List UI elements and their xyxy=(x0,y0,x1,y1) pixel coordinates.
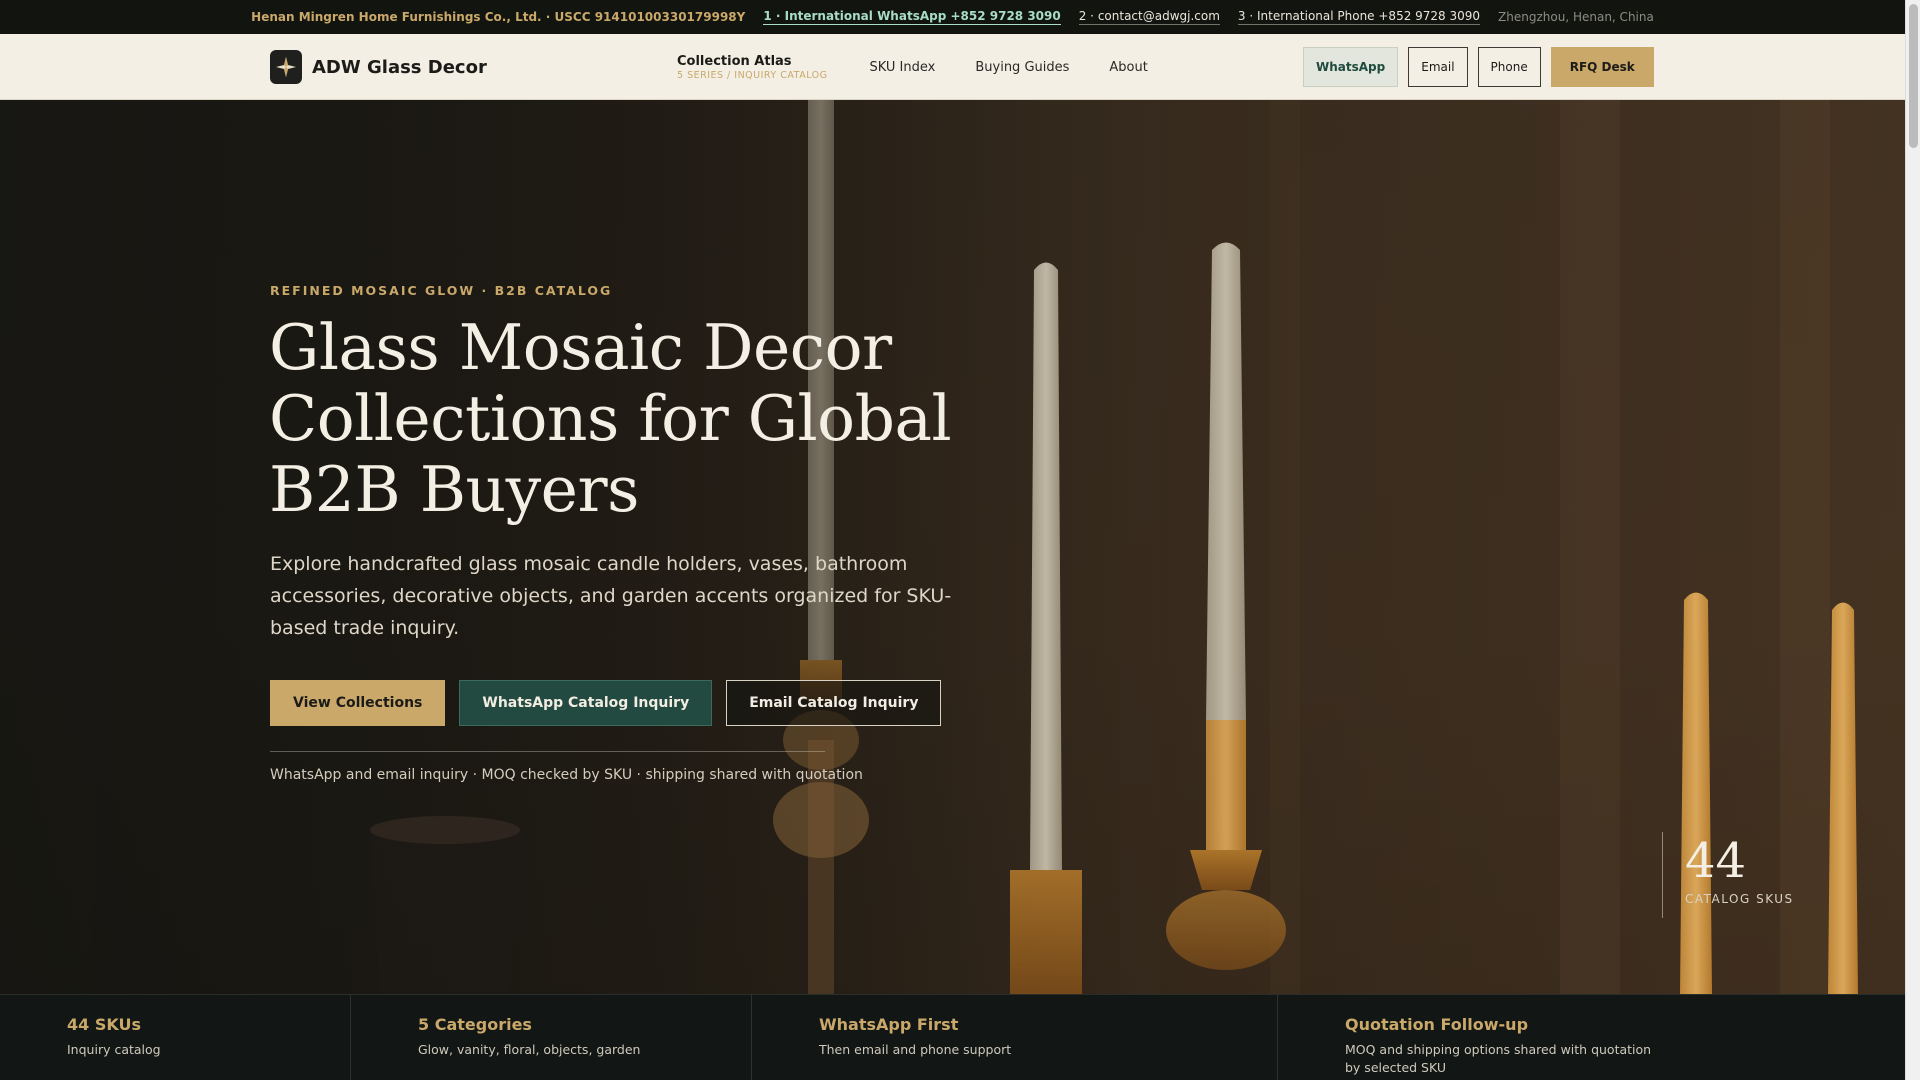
hero-eyebrow: REFINED MOSAIC GLOW · B2B CATALOG xyxy=(270,283,613,298)
hero-section: REFINED MOSAIC GLOW · B2B CATALOG Glass … xyxy=(0,100,1905,994)
scrollbar-thumb[interactable] xyxy=(1909,4,1918,148)
brand-home-link[interactable]: ADW Glass Decor xyxy=(270,50,487,84)
page-scrollbar[interactable] xyxy=(1905,0,1920,1080)
compass-star-icon xyxy=(270,50,302,84)
topbar-whatsapp-link[interactable]: 1 · International WhatsApp +852 9728 309… xyxy=(763,9,1061,25)
hero-background-photo xyxy=(0,100,1905,994)
main-nav: Collection Atlas 5 SERIES / INQUIRY CATA… xyxy=(677,34,1188,100)
feature-strip: 44 SKUs Inquiry catalog 5 Categories Glo… xyxy=(0,994,1905,1080)
feature-description: MOQ and shipping options shared with quo… xyxy=(1345,1042,1652,1075)
nav-sku-index[interactable]: SKU Index xyxy=(869,60,935,75)
header-actions: WhatsApp Email Phone RFQ Desk xyxy=(1303,47,1654,87)
feature-item: 5 Categories Glow, vanity, floral, objec… xyxy=(351,995,752,1080)
rfq-desk-button[interactable]: RFQ Desk xyxy=(1550,47,1654,87)
hero-divider xyxy=(270,751,825,752)
hero-headline: Glass Mosaic Decor Collections for Globa… xyxy=(269,311,952,526)
whatsapp-catalog-inquiry-button[interactable]: WhatsApp Catalog Inquiry xyxy=(459,680,713,726)
topbar-location: Zhengzhou, Henan, China xyxy=(1498,10,1654,24)
brand-name: ADW Glass Decor xyxy=(312,56,487,78)
catalog-sku-stat: 44 CATALOG SKUS xyxy=(1662,832,1794,918)
view-collections-button[interactable]: View Collections xyxy=(270,680,446,726)
topbar-email-link[interactable]: 2 · contact@adwgj.com xyxy=(1078,9,1220,25)
feature-description: Inquiry catalog xyxy=(67,1042,161,1057)
feature-item: WhatsApp First Then email and phone supp… xyxy=(752,995,1278,1080)
topbar-phone-link[interactable]: 3 · International Phone +852 9728 3090 xyxy=(1237,9,1481,25)
feature-item: 44 SKUs Inquiry catalog xyxy=(0,995,351,1080)
feature-title: Quotation Follow-up xyxy=(1345,1015,1529,1034)
hero-lede: Explore handcrafted glass mosaic candle … xyxy=(270,553,952,639)
feature-title: WhatsApp First xyxy=(819,1015,959,1034)
nav-buying-guides[interactable]: Buying Guides xyxy=(975,60,1069,75)
feature-item: Quotation Follow-up MOQ and shipping opt… xyxy=(1278,995,1905,1080)
hero-cta-group: View Collections WhatsApp Catalog Inquir… xyxy=(270,680,942,726)
feature-title: 5 Categories xyxy=(418,1015,532,1034)
feature-title: 44 SKUs xyxy=(67,1015,141,1034)
stat-label: CATALOG SKUS xyxy=(1685,892,1794,906)
feature-description: Then email and phone support xyxy=(819,1042,1012,1057)
header-whatsapp-button[interactable]: WhatsApp xyxy=(1303,47,1399,87)
utility-bar: Henan Mingren Home Furnishings Co., Ltd.… xyxy=(0,0,1905,34)
nav-atlas-title: Collection Atlas xyxy=(677,53,792,69)
site-header: ADW Glass Decor Collection Atlas 5 SERIE… xyxy=(0,34,1905,100)
header-email-button[interactable]: Email xyxy=(1408,47,1468,87)
nav-about[interactable]: About xyxy=(1109,60,1147,75)
stat-number: 44 xyxy=(1685,833,1747,889)
nav-atlas-subtitle: 5 SERIES / INQUIRY CATALOG xyxy=(677,69,828,81)
hero-inquiry-note: WhatsApp and email inquiry · MOQ checked… xyxy=(270,767,863,783)
nav-collection-atlas[interactable]: Collection Atlas 5 SERIES / INQUIRY CATA… xyxy=(677,54,827,81)
email-catalog-inquiry-button[interactable]: Email Catalog Inquiry xyxy=(726,680,942,726)
company-registration: Henan Mingren Home Furnishings Co., Ltd.… xyxy=(251,10,746,24)
feature-description: Glow, vanity, floral, objects, garden xyxy=(418,1042,641,1057)
header-phone-button[interactable]: Phone xyxy=(1477,47,1541,87)
